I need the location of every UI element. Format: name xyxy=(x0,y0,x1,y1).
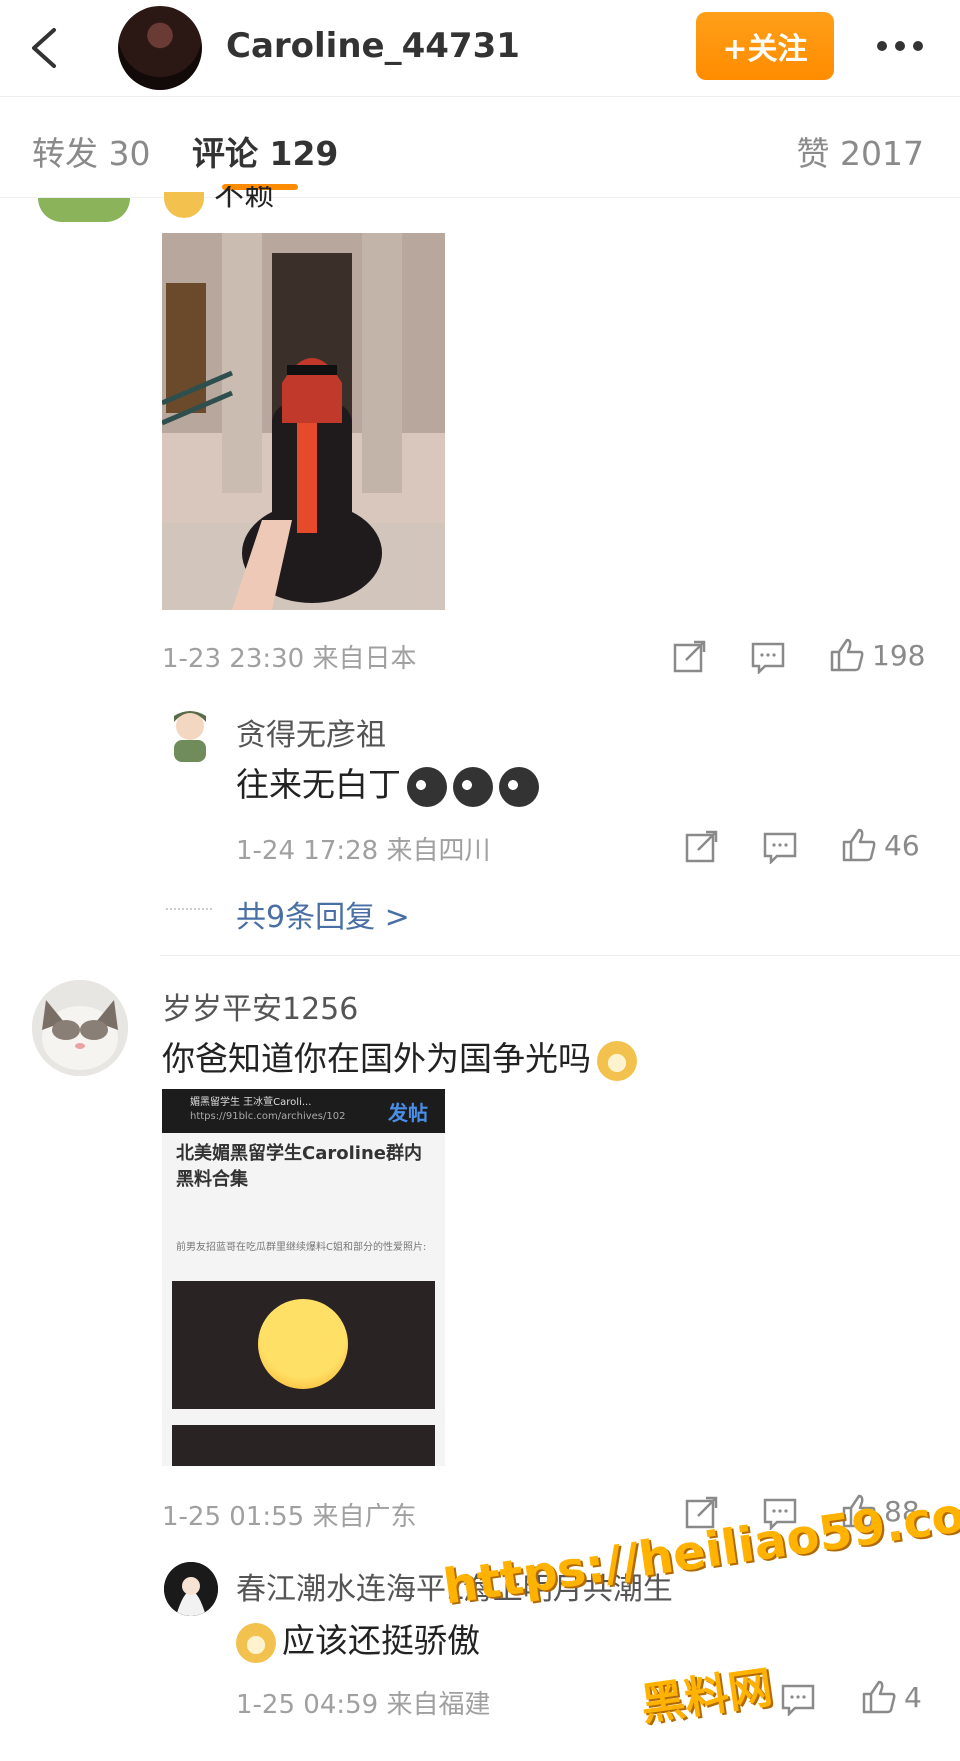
emoji-sticker xyxy=(164,192,204,218)
reply-time: 1-24 17:28 来自四川 xyxy=(236,836,491,866)
avatar[interactable] xyxy=(118,6,202,90)
back-icon[interactable] xyxy=(26,24,66,72)
more-replies-link[interactable]: 共9条回复 > xyxy=(236,892,410,936)
reply-time: 1-25 04:59 来自福建 xyxy=(236,1690,491,1720)
avatar[interactable] xyxy=(38,198,130,222)
comment-image[interactable] xyxy=(162,233,445,610)
comment-username[interactable]: 岁岁平安1256 xyxy=(162,984,358,1028)
thumbs-up-icon xyxy=(842,828,876,862)
share-icon[interactable] xyxy=(672,640,708,674)
photo xyxy=(172,1425,435,1466)
thumbs-up-icon xyxy=(830,638,864,672)
tab-repost[interactable]: 转发 30 xyxy=(32,127,150,175)
reply-username[interactable]: 贪得无彦祖 xyxy=(236,710,386,754)
share-icon[interactable] xyxy=(684,830,720,864)
crying-emoji-icon xyxy=(499,766,539,807)
tab-bar: 转发 30 评论 129 赞 2017 xyxy=(0,97,960,198)
avatar[interactable] xyxy=(166,708,214,764)
comment-text: 不赖 xyxy=(214,186,274,213)
like-count: 46 xyxy=(884,828,920,862)
reply-text: 应该还挺骄傲 xyxy=(236,1614,480,1663)
watermark-label: 黑料网 xyxy=(637,1662,776,1731)
url-bar: 媚黑留学生 王冰萱Caroli... https://91blc.com/arc… xyxy=(162,1089,445,1133)
like-count: 4 xyxy=(904,1680,922,1714)
reply-icon[interactable] xyxy=(762,830,798,866)
doge-emoji-icon xyxy=(597,1040,637,1081)
crying-emoji-icon xyxy=(407,766,447,807)
like-button[interactable]: 198 xyxy=(828,636,925,674)
tab-comments[interactable]: 评论 129 xyxy=(192,127,338,175)
laughing-emoji-icon xyxy=(258,1299,348,1389)
comment-image[interactable]: 媚黑留学生 王冰萱Caroli... https://91blc.com/arc… xyxy=(162,1089,445,1466)
reply-icon[interactable] xyxy=(750,640,786,676)
like-button[interactable]: 46 xyxy=(840,826,920,864)
avatar[interactable] xyxy=(164,1562,218,1616)
tab-likes[interactable]: 赞 2017 xyxy=(797,127,924,175)
reply-icon[interactable] xyxy=(780,1682,816,1718)
top-bar: Caroline_44731 +关注 xyxy=(0,0,960,97)
divider xyxy=(160,955,960,956)
like-button[interactable]: 4 xyxy=(860,1678,922,1716)
doge-emoji-icon xyxy=(236,1622,276,1663)
more-icon[interactable] xyxy=(872,26,928,66)
comment-time: 1-23 23:30 来自日本 xyxy=(162,644,417,674)
thumbs-up-icon xyxy=(862,1680,896,1714)
like-count: 198 xyxy=(872,638,926,672)
crying-emoji-icon xyxy=(453,766,493,807)
username[interactable]: Caroline_44731 xyxy=(226,26,520,66)
comment-time: 1-25 01:55 来自广东 xyxy=(162,1502,417,1532)
comment-text: 你爸知道你在国外为国争光吗 xyxy=(162,1032,637,1081)
divider xyxy=(166,908,212,912)
follow-button[interactable]: +关注 xyxy=(696,12,834,80)
reply-text: 往来无白丁 xyxy=(236,758,539,807)
avatar[interactable] xyxy=(32,980,128,1076)
